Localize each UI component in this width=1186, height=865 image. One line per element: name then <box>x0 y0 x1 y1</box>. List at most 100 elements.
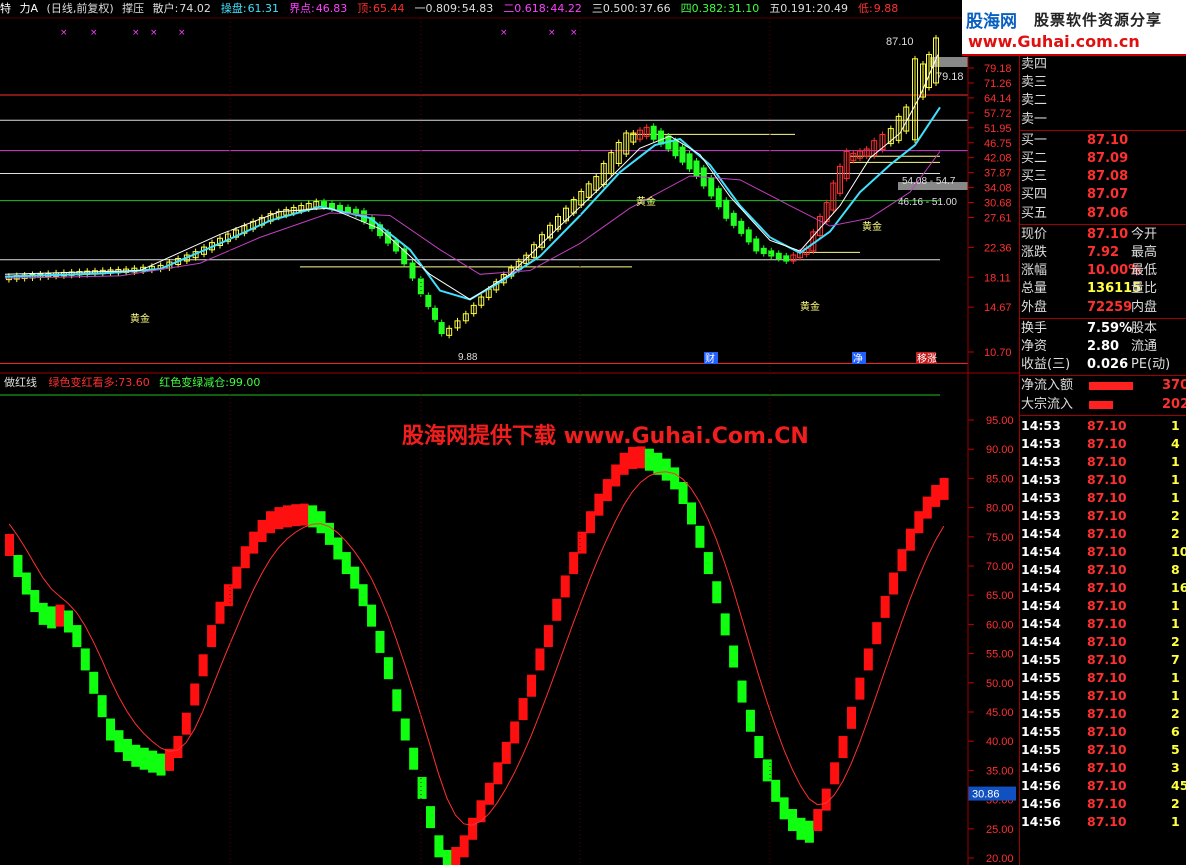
osc-bar <box>686 502 697 525</box>
row-value: 87.07 <box>1087 187 1129 203</box>
indicator-item: 顶:65.44 <box>357 2 409 15</box>
tick-price: 87.10 <box>1087 543 1127 559</box>
price-tick-label: 57.72 <box>984 108 1012 120</box>
osc-bar <box>880 595 890 618</box>
ma-line-white <box>4 54 939 301</box>
quote-row: 现价 87.10 今开 <box>1019 226 1186 244</box>
tick-row: 14:54 87.10 8 <box>1019 561 1186 579</box>
row-label: 买二 <box>1021 151 1048 166</box>
tick-time: 14:53 <box>1021 471 1061 487</box>
osc-bar <box>771 779 781 802</box>
price-tick-label: 34.08 <box>984 183 1012 195</box>
quote-row: 涨幅 10.00% 最低 <box>1019 262 1186 280</box>
osc-bar <box>703 552 713 575</box>
tick-row: 14:56 87.10 3 <box>1019 759 1186 777</box>
osc-tick-label: 90.00 <box>986 444 1014 456</box>
osc-bar <box>350 566 360 589</box>
quote-row: 外盘 72259 内盘 <box>1019 299 1186 317</box>
tick-volume: 3 <box>1171 759 1180 775</box>
osc-bar <box>628 446 638 469</box>
panel-divider <box>1019 129 1186 131</box>
buy-level: 买四 87.07 <box>1019 186 1186 204</box>
osc-bar <box>939 477 949 500</box>
sell-level: 卖三 <box>1019 74 1186 92</box>
osc-bar <box>720 613 730 636</box>
tick-volume: 4 <box>1171 435 1180 451</box>
tick-price: 87.10 <box>1087 471 1127 487</box>
tick-volume: 6 <box>1171 723 1180 739</box>
osc-bar <box>181 712 191 735</box>
tick-time: 14:55 <box>1021 741 1061 757</box>
price-chart[interactable]: 79.18 71.26 64.14 57.72 51.95 46.75 42.08 37.87… <box>0 28 1012 365</box>
tick-price: 87.10 <box>1087 777 1127 793</box>
row-label: 收益(三) <box>1021 357 1071 373</box>
row-label: 现价 <box>1021 226 1048 242</box>
indicator-item: 五0.191:20.49 <box>769 2 853 15</box>
tick-row: 14:55 87.10 2 <box>1019 705 1186 723</box>
oscillator-chart[interactable]: 95.00 90.00 85.00 80.00 75.00 70.00 65.00 60.00… <box>0 394 1016 865</box>
tick-row: 14:54 87.10 2 <box>1019 525 1186 543</box>
osc-bar <box>729 645 739 668</box>
osc-bar <box>914 511 924 534</box>
osc-bar <box>240 546 250 569</box>
indicator-name[interactable]: 撑压 <box>122 2 144 15</box>
osc-bar <box>501 741 511 764</box>
tick-volume: 1 <box>1171 453 1180 469</box>
buy-level: 买二 87.09 <box>1019 150 1186 168</box>
row-label-2: 流通 <box>1131 339 1158 354</box>
osc-bar <box>737 680 747 703</box>
tick-time: 14:54 <box>1021 579 1061 595</box>
gold-signal-label: 黄金 <box>862 220 882 233</box>
osc-bar <box>611 464 621 487</box>
row-value: 72259 <box>1087 299 1133 315</box>
tick-time: 14:53 <box>1021 507 1061 523</box>
osc-bar <box>451 847 461 865</box>
osc-bar <box>21 572 31 595</box>
osc-bar <box>569 552 579 575</box>
candle-body <box>738 220 745 234</box>
osc-tick-label: 55.00 <box>986 649 1014 661</box>
indicator-item-label: 操盘: <box>220 2 247 15</box>
osc-bar <box>72 625 82 648</box>
price-tick-label: 37.87 <box>984 168 1012 180</box>
tick-row: 14:55 87.10 1 <box>1019 687 1186 705</box>
indicator-item-label: 界点: <box>289 2 315 15</box>
osc-bar <box>543 625 553 648</box>
row-label-2: PE(动) <box>1131 357 1171 373</box>
row-value: 2.80 <box>1087 339 1120 354</box>
indicator-item: 一0.809:54.83 <box>415 2 499 15</box>
tick-time: 14:54 <box>1021 597 1061 613</box>
osc-bar <box>198 654 208 677</box>
tick-time: 14:54 <box>1021 543 1061 559</box>
candle-body <box>679 146 686 163</box>
row-label-2: 内盘 <box>1131 299 1158 315</box>
flow-bar <box>1089 400 1113 409</box>
site-logo[interactable]: 股海网 股票软件资源分享 www.Guhai.com.cn <box>962 0 1186 56</box>
tick-volume: 16 <box>1171 579 1186 595</box>
tick-price: 87.10 <box>1087 435 1127 451</box>
candle-body <box>760 247 767 255</box>
period-label: (日线,前复权) <box>46 2 114 15</box>
signal-marker: × <box>548 28 556 38</box>
osc-bar <box>223 584 233 607</box>
osc-bar <box>266 511 276 534</box>
tick-price: 87.10 <box>1087 633 1127 649</box>
legend-label-2: 红色变绿减仓: <box>159 376 229 389</box>
tick-time: 14:55 <box>1021 669 1061 685</box>
tick-volume: 1 <box>1171 813 1180 829</box>
candle-body <box>650 125 657 140</box>
price-tick-label: 14.67 <box>984 302 1012 314</box>
row-label: 净资 <box>1021 339 1048 354</box>
tick-time: 14:54 <box>1021 615 1061 631</box>
row-value: 0.026 <box>1087 357 1129 373</box>
osc-bar <box>215 601 225 624</box>
stock-symbol-b: 力A <box>19 2 39 15</box>
osc-tick-label: 50.00 <box>986 678 1014 690</box>
row-label: 买三 <box>1021 169 1048 185</box>
row-label: 卖三 <box>1021 75 1048 91</box>
candle-body <box>768 250 775 257</box>
row-label: 换手 <box>1021 320 1048 336</box>
tick-volume: 10 <box>1171 543 1186 559</box>
indicator-item: 二0.618:44.22 <box>503 2 587 15</box>
indicator-item-value: 44.22 <box>550 2 582 15</box>
